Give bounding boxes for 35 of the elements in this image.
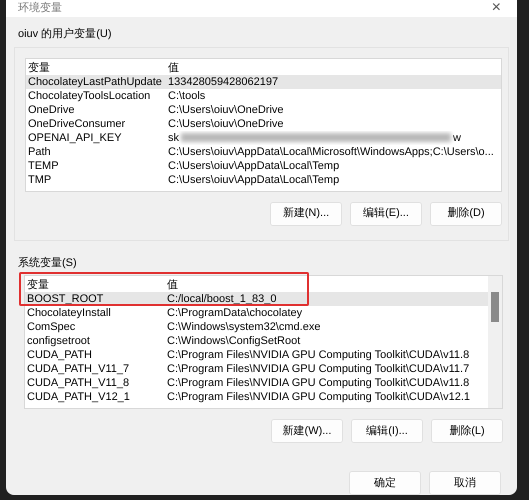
list-row[interactable]: ComSpec C:\Windows\system32\cmd.exe — [25, 320, 488, 334]
window-title: 环境变量 — [18, 0, 62, 16]
variable-list[interactable] — [25, 58, 502, 192]
list-row[interactable]: ChocolateyLastPathUpdate 133428059428062197 — [26, 74, 501, 88]
list-row[interactable]: TEMP C:\Users\oiuv\AppData\Local\Temp — [26, 158, 501, 172]
dialog-button[interactable]: 新建(N)... — [270, 202, 342, 226]
dialog-button[interactable]: 编辑(I)... — [351, 419, 423, 443]
dialog-button[interactable]: 删除(L) — [431, 419, 503, 443]
list-row[interactable]: Path C:\Users\oiuv\AppData\Local\Microsoft\WindowsApps;C:\Users\o... — [26, 144, 501, 158]
list-row[interactable]: TMP C:\Users\oiuv\AppData\Local\Temp — [26, 172, 501, 186]
close-button[interactable]: × — [488, 0, 505, 16]
list-row[interactable]: CUDA_PATH_V11_7 C:\Program Files\NVIDIA GPU Computing Toolkit\CUDA\v11.7 — [25, 362, 488, 376]
dialog-button[interactable]: 取消 — [429, 471, 501, 495]
list-row[interactable]: CUDA_PATH_V12_1 C:\Program Files\NVIDIA GPU Computing Toolkit\CUDA\v12.1 — [25, 390, 488, 404]
dialog-button[interactable]: 删除(D) — [430, 202, 502, 226]
group-label: 系统变量(S) — [18, 256, 77, 270]
column-header[interactable]: 变量 — [28, 60, 168, 74]
list-row[interactable]: configsetroot C:\Windows\ConfigSetRoot — [25, 334, 488, 348]
list-row[interactable]: ChocolateyInstall C:\ProgramData\chocolatey — [25, 306, 488, 320]
list-row[interactable]: BOOST_ROOT C:/local/boost_1_83_0 — [25, 292, 488, 306]
list-row[interactable]: OneDrive C:\Users\oiuv\OneDrive — [26, 102, 501, 116]
dialog-button[interactable]: 编辑(E)... — [350, 202, 422, 226]
dialog-button[interactable]: 确定 — [349, 471, 421, 495]
group-label: oiuv 的用户变量(U) — [18, 26, 112, 42]
list-row[interactable]: CUDA_PATH C:\Program Files\NVIDIA GPU Computing Toolkit\CUDA\v11.8 — [25, 348, 488, 362]
scrollbar[interactable] — [488, 276, 502, 408]
column-header[interactable]: 值 — [168, 60, 501, 74]
list-row[interactable]: CUDA_PATH_V11_8 C:\Program Files\NVIDIA GPU Computing Toolkit\CUDA\v11.8 — [25, 376, 488, 390]
list-row[interactable]: OneDriveConsumer C:\Users\oiuv\OneDrive — [26, 116, 501, 130]
scrollbar-thumb[interactable] — [491, 292, 499, 322]
list-row[interactable]: OPENAI_API_KEY sk w — [26, 130, 501, 144]
column-header[interactable]: 变量 — [27, 278, 167, 292]
list-row[interactable]: ChocolateyToolsLocation C:\tools — [26, 88, 501, 102]
column-header[interactable]: 值 — [167, 278, 488, 292]
dialog-button[interactable]: 新建(W)... — [271, 419, 343, 443]
